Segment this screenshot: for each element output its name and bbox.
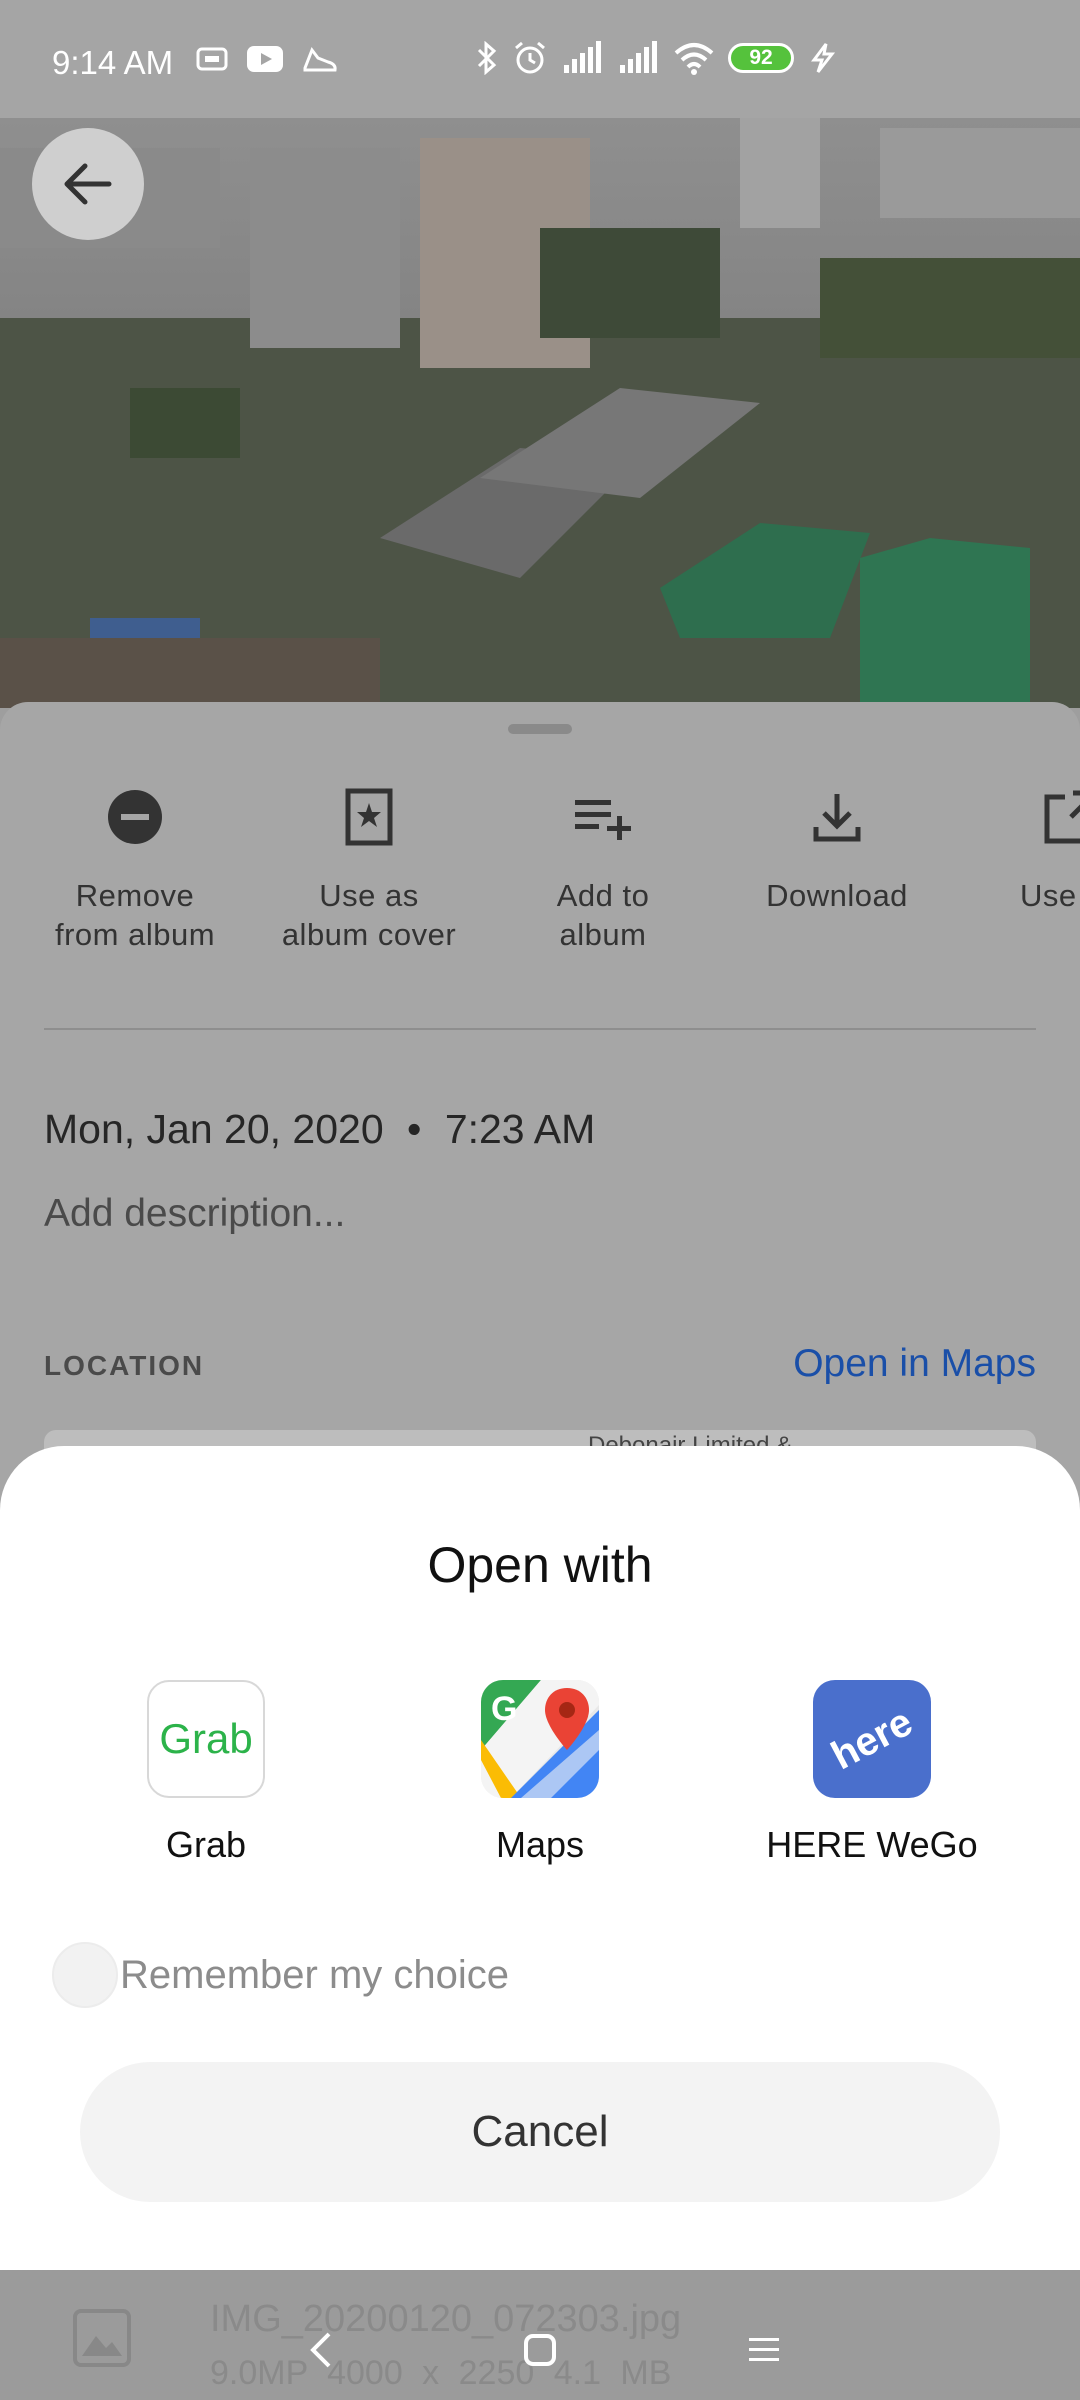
divider bbox=[44, 1028, 1036, 1030]
remove-from-album-label: Remove from album bbox=[54, 878, 216, 952]
status-bar: 9:14 AM 92 bbox=[0, 0, 1080, 118]
remember-choice-label: Remember my choice bbox=[120, 1952, 510, 1997]
download-icon bbox=[813, 794, 861, 842]
cancel-button[interactable]: Cancel bbox=[80, 2062, 1000, 2202]
system-nav-bar bbox=[0, 2300, 1080, 2400]
photo-actions-row: Remove from album Use as album cover Add… bbox=[0, 782, 1080, 962]
open-external-icon bbox=[1044, 790, 1080, 844]
dialog-title: Open with bbox=[427, 1537, 653, 1593]
remove-circle-icon bbox=[108, 790, 162, 844]
use-as-button[interactable]: Use bbox=[956, 782, 1080, 915]
shoe-icon bbox=[303, 46, 337, 72]
remember-choice-checkbox[interactable] bbox=[52, 1942, 118, 2008]
bluetooth-icon bbox=[477, 41, 497, 75]
photo-time: 7:23 AM bbox=[444, 1106, 596, 1152]
arrow-back-icon bbox=[64, 163, 112, 205]
alarm-icon bbox=[515, 41, 545, 74]
open-with-dialog: Open with Grab Grab G Maps here HERE WeG… bbox=[0, 1446, 1080, 2270]
photo-date: Mon, Jan 20, 2020 bbox=[44, 1106, 384, 1152]
status-time: 9:14 AM bbox=[52, 44, 174, 81]
date-time-separator: • bbox=[407, 1106, 422, 1152]
youtube-icon bbox=[247, 46, 283, 72]
download-button[interactable]: Download bbox=[722, 782, 952, 915]
screen-recorder-icon bbox=[196, 47, 228, 71]
here-logo-text: here bbox=[824, 1699, 920, 1778]
add-to-album-label: Add to album bbox=[556, 878, 650, 952]
app-option-grab[interactable]: Grab Grab bbox=[56, 1680, 356, 1866]
add-description-field[interactable]: Add description... bbox=[44, 1192, 345, 1236]
grab-app-icon: Grab bbox=[147, 1680, 265, 1798]
playlist-add-icon bbox=[575, 800, 631, 840]
app-option-maps[interactable]: G Maps bbox=[390, 1680, 690, 1866]
app-name-grab: Grab bbox=[165, 1824, 247, 1865]
nav-recents-button[interactable] bbox=[734, 2320, 794, 2380]
use-as-album-cover-button[interactable]: Use as album cover bbox=[254, 782, 484, 954]
use-as-album-cover-label: Use as album cover bbox=[281, 878, 457, 952]
app-name-here-wego: HERE WeGo bbox=[766, 1824, 978, 1865]
use-as-label: Use bbox=[1020, 878, 1077, 913]
app-name-maps: Maps bbox=[495, 1824, 585, 1865]
add-to-album-button[interactable]: Add to album bbox=[488, 782, 718, 954]
signal-icon bbox=[564, 41, 601, 73]
remove-from-album-button[interactable]: Remove from album bbox=[20, 782, 250, 954]
svg-text:G: G bbox=[491, 1690, 517, 1728]
charging-icon bbox=[811, 43, 836, 73]
app-option-here-wego[interactable]: here HERE WeGo bbox=[722, 1680, 1022, 1866]
album-cover-icon bbox=[345, 788, 393, 846]
nav-recents-icon bbox=[749, 2338, 779, 2361]
download-label: Download bbox=[766, 878, 908, 913]
nav-home-button[interactable] bbox=[510, 2320, 570, 2380]
location-heading: LOCATION bbox=[44, 1350, 205, 1381]
sheet-drag-handle[interactable] bbox=[508, 724, 572, 734]
google-maps-app-icon: G bbox=[481, 1680, 599, 1798]
signal-icon-2 bbox=[620, 41, 657, 73]
wifi-icon bbox=[674, 43, 714, 75]
back-button[interactable] bbox=[32, 128, 144, 240]
remember-choice-option[interactable]: Remember my choice bbox=[52, 1942, 509, 2008]
photo-preview bbox=[0, 118, 1080, 708]
nav-home-icon bbox=[524, 2334, 556, 2366]
nav-back-icon bbox=[310, 2332, 331, 2368]
photo-date-time: Mon, Jan 20, 2020 • 7:23 AM bbox=[44, 1106, 595, 1153]
here-wego-app-icon: here bbox=[813, 1680, 931, 1798]
battery-indicator: 92 bbox=[728, 43, 794, 73]
photo-image bbox=[0, 118, 1080, 708]
open-in-maps-link[interactable]: Open in Maps bbox=[793, 1342, 1036, 1386]
grab-logo-text: Grab bbox=[159, 1715, 253, 1762]
nav-back-button[interactable] bbox=[290, 2320, 350, 2380]
